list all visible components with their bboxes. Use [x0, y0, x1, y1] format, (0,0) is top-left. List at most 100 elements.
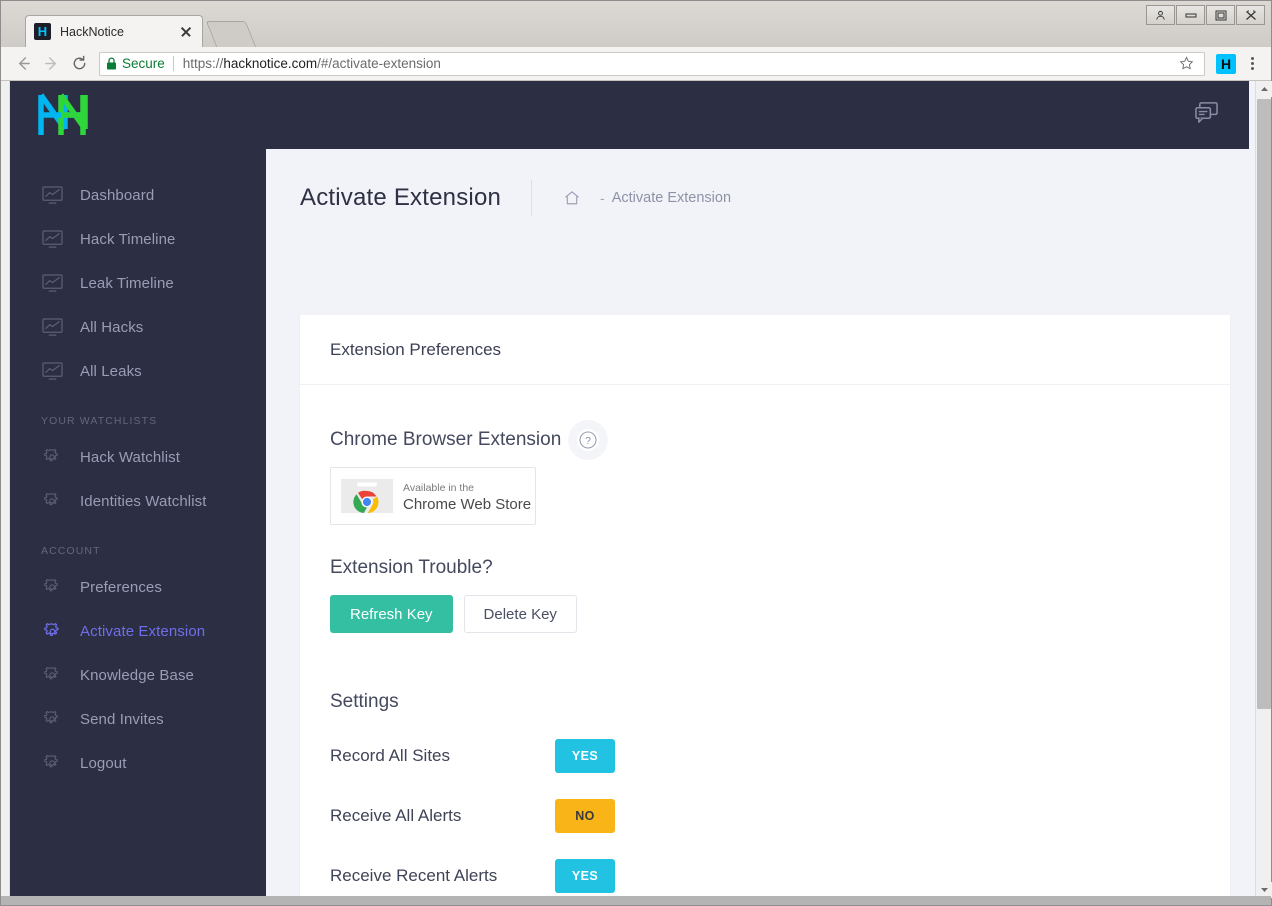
page-scrollbar[interactable]: [1255, 81, 1272, 898]
scroll-thumb[interactable]: [1257, 99, 1271, 709]
new-tab-icon[interactable]: [205, 21, 257, 47]
forward-arrow-icon[interactable]: [37, 50, 65, 78]
sidebar-item-label: Preferences: [80, 578, 162, 596]
chart-monitor-icon: [41, 272, 63, 294]
card-title: Extension Preferences: [330, 339, 502, 359]
url-path: /#/activate-extension: [317, 56, 441, 71]
bookmark-star-icon[interactable]: [1174, 52, 1198, 76]
browser-toolbar: Secure https:// hacknotice.com /#/activa…: [1, 47, 1271, 81]
omnibox-divider: [172, 56, 174, 71]
security-label: Secure: [122, 56, 165, 71]
gear-icon: [41, 490, 63, 512]
sidebar-item-label: Send Invites: [80, 710, 164, 728]
gear-icon: [41, 576, 63, 598]
gear-icon: [41, 620, 63, 642]
sidebar-item-activate-extension[interactable]: Activate Extension: [10, 609, 266, 653]
chrome-web-store-badge[interactable]: Available in the Chrome Web Store: [330, 467, 536, 525]
sidebar-item-label: Identities Watchlist: [80, 492, 207, 510]
window-controls: [1146, 5, 1265, 25]
breadcrumb-current: Activate Extension: [611, 190, 732, 206]
setting-row-receive-all-alerts: Receive All Alerts NO: [330, 799, 1200, 833]
sidebar-item-label: Hack Watchlist: [80, 448, 181, 466]
back-arrow-icon[interactable]: [9, 50, 37, 78]
setting-label: Receive All Alerts: [330, 806, 462, 825]
record-all-sites-toggle[interactable]: YES: [555, 739, 615, 773]
sidebar-item-label: Activate Extension: [80, 622, 206, 640]
gear-icon: [41, 446, 63, 468]
scroll-up-arrow-icon[interactable]: [1256, 81, 1272, 97]
sidebar-item-hack-watchlist[interactable]: Hack Watchlist: [10, 435, 266, 479]
svg-text:?: ?: [585, 435, 591, 447]
sidebar-section-account: ACCOUNT: [41, 545, 101, 557]
setting-row-receive-recent-alerts: Receive Recent Alerts YES: [330, 859, 1200, 893]
address-bar[interactable]: Secure https:// hacknotice.com /#/activa…: [99, 51, 1205, 76]
browser-tab-hacknotice[interactable]: H HackNotice: [25, 15, 203, 47]
sidebar-item-logout[interactable]: Logout: [10, 741, 266, 785]
sidebar: Dashboard Hack Timeline Leak Timeline Al…: [10, 149, 266, 898]
reload-icon[interactable]: [65, 50, 93, 78]
delete-key-button[interactable]: Delete Key: [463, 595, 577, 633]
question-mark-icon[interactable]: ?: [577, 429, 600, 451]
breadcrumb: - Activate Extension: [562, 188, 731, 208]
chart-monitor-icon: [41, 228, 63, 250]
chart-monitor-icon: [41, 184, 63, 206]
user-profile-icon[interactable]: [1146, 5, 1175, 25]
header-divider: [531, 180, 533, 216]
setting-row-record-all-sites: Record All Sites YES: [330, 739, 1200, 773]
sidebar-item-all-hacks[interactable]: All Hacks: [10, 305, 266, 349]
receive-recent-alerts-toggle[interactable]: YES: [555, 859, 615, 893]
chrome-extension-title-text: Chrome Browser Extension: [330, 429, 562, 450]
sidebar-section-watchlists: YOUR WATCHLISTS: [41, 415, 158, 427]
extension-preferences-card: Extension Preferences Chrome Browser Ext…: [300, 315, 1230, 898]
sidebar-item-dashboard[interactable]: Dashboard: [10, 173, 266, 217]
home-icon[interactable]: [562, 188, 582, 208]
sidebar-item-leak-timeline[interactable]: Leak Timeline: [10, 261, 266, 305]
store-badge-line2: Chrome Web Store: [403, 496, 532, 513]
viewport-left-edge: [1, 81, 10, 898]
close-icon[interactable]: [178, 24, 194, 40]
sidebar-item-preferences[interactable]: Preferences: [10, 565, 266, 609]
gear-icon: [41, 708, 63, 730]
page-viewport: Dashboard Hack Timeline Leak Timeline Al…: [10, 81, 1264, 898]
chrome-extension-section-title: Chrome Browser Extension ?: [330, 429, 1200, 451]
sidebar-item-send-invites[interactable]: Send Invites: [10, 697, 266, 741]
maximize-icon[interactable]: [1206, 5, 1235, 25]
tab-strip: H HackNotice: [1, 1, 1271, 47]
browser-menu-icon[interactable]: [1241, 51, 1263, 77]
sidebar-item-label: Logout: [80, 754, 127, 772]
receive-all-alerts-toggle[interactable]: NO: [555, 799, 615, 833]
close-window-icon[interactable]: [1236, 5, 1265, 25]
sidebar-item-all-leaks[interactable]: All Leaks: [10, 349, 266, 393]
sidebar-item-label: Knowledge Base: [80, 666, 194, 684]
extension-trouble-title: Extension Trouble?: [330, 557, 493, 578]
card-header: Extension Preferences: [300, 315, 1230, 385]
chart-monitor-icon: [41, 360, 63, 382]
store-badge-line1: Available in the: [403, 482, 475, 494]
minimize-icon[interactable]: [1176, 5, 1205, 25]
gear-icon: [41, 664, 63, 686]
lock-icon: [106, 57, 117, 70]
chat-bubbles-icon[interactable]: [1194, 101, 1219, 129]
sidebar-item-label: Leak Timeline: [80, 274, 174, 292]
chart-monitor-icon: [41, 316, 63, 338]
window-bottom-edge: [1, 896, 1271, 905]
hacknotice-logo[interactable]: [31, 89, 93, 141]
settings-title: Settings: [330, 691, 399, 712]
sidebar-item-label: All Hacks: [80, 318, 144, 336]
refresh-key-button[interactable]: Refresh Key: [330, 595, 453, 633]
sidebar-item-label: All Leaks: [80, 362, 142, 380]
page-header: Activate Extension - Activate Extension: [266, 149, 1249, 247]
tab-title: HackNotice: [60, 24, 124, 39]
browser-window: H HackNotice Secure https:// hacknotice.…: [0, 0, 1272, 906]
url-host: hacknotice.com: [223, 56, 318, 71]
sidebar-item-identities-watchlist[interactable]: Identities Watchlist: [10, 479, 266, 523]
gear-icon: [41, 752, 63, 774]
setting-label: Record All Sites: [330, 746, 450, 765]
key-actions: Refresh Key Delete Key: [330, 595, 1200, 633]
sidebar-item-label: Hack Timeline: [80, 230, 176, 248]
hacknotice-extension-icon[interactable]: H: [1216, 53, 1236, 74]
sidebar-item-knowledge-base[interactable]: Knowledge Base: [10, 653, 266, 697]
sidebar-item-hack-timeline[interactable]: Hack Timeline: [10, 217, 266, 261]
sidebar-item-label: Dashboard: [80, 186, 155, 204]
chrome-logo-icon: [341, 479, 393, 513]
